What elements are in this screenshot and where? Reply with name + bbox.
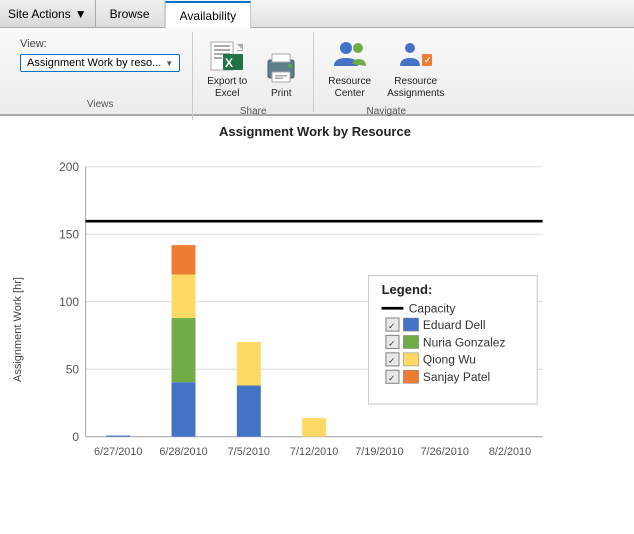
svg-text:✓: ✓: [388, 321, 395, 331]
svg-text:7/26/2010: 7/26/2010: [421, 446, 469, 458]
svg-text:7/12/2010: 7/12/2010: [290, 446, 338, 458]
chart-title: Assignment Work by Resource: [8, 124, 622, 139]
chart-wrapper: Assignment Work [hr] 200 150 100 50 0: [8, 145, 622, 515]
svg-text:✓: ✓: [388, 338, 395, 348]
share-section: X Export to Excel Print Share: [193, 32, 314, 112]
view-dropdown-arrow: ▼: [165, 59, 173, 68]
resource-assignments-icon: ✓: [398, 38, 434, 74]
svg-text:✓: ✓: [424, 55, 432, 65]
navigate-section: Resource Center ✓ Resource Assignments N…: [314, 32, 458, 112]
svg-text:Legend:: Legend:: [382, 282, 433, 297]
site-actions-label: Site Actions: [8, 7, 71, 21]
svg-text:Sanjay Patel: Sanjay Patel: [423, 370, 490, 384]
resource-assignments-label: Resource Assignments: [387, 76, 444, 100]
y-axis-label: Assignment Work [hr]: [8, 145, 28, 515]
print-button[interactable]: Print: [257, 48, 305, 102]
svg-text:6/27/2010: 6/27/2010: [94, 446, 142, 458]
navigate-items: Resource Center ✓ Resource Assignments: [322, 36, 450, 106]
svg-text:✓: ✓: [388, 373, 395, 383]
svg-text:Qiong Wu: Qiong Wu: [423, 353, 476, 367]
chart-svg: 200 150 100 50 0: [28, 145, 622, 515]
site-actions-button[interactable]: Site Actions ▼: [0, 0, 96, 27]
resource-center-label: Resource Center: [328, 76, 371, 100]
views-section-label: Views: [20, 99, 180, 112]
view-section: View: Assignment Work by reso... ▼ Views: [8, 32, 193, 120]
view-label: View:: [20, 38, 180, 50]
svg-text:150: 150: [59, 228, 79, 242]
svg-text:✓: ✓: [388, 356, 395, 366]
export-excel-button[interactable]: X Export to Excel: [201, 36, 253, 102]
svg-text:100: 100: [59, 295, 79, 309]
print-icon: [263, 50, 299, 86]
availability-tab[interactable]: Availability: [165, 1, 251, 28]
export-excel-label: Export to Excel: [207, 76, 247, 100]
resource-assignments-button[interactable]: ✓ Resource Assignments: [381, 36, 450, 102]
svg-text:Eduard Dell: Eduard Dell: [423, 318, 486, 332]
site-actions-dropdown-arrow: ▼: [75, 7, 87, 21]
svg-text:X: X: [225, 56, 233, 70]
chart-container: Assignment Work by Resource Assignment W…: [0, 116, 634, 523]
svg-text:7/5/2010: 7/5/2010: [228, 446, 270, 458]
svg-text:Capacity: Capacity: [409, 302, 456, 316]
chart-inner: 200 150 100 50 0: [28, 145, 622, 515]
svg-text:7/19/2010: 7/19/2010: [355, 446, 403, 458]
view-select-text: Assignment Work by reso...: [27, 57, 161, 69]
svg-text:200: 200: [59, 160, 79, 174]
ribbon: View: Assignment Work by reso... ▼ Views…: [0, 28, 634, 116]
share-items: X Export to Excel Print: [201, 36, 305, 106]
view-dropdown[interactable]: Assignment Work by reso... ▼: [20, 54, 180, 72]
svg-text:8/2/2010: 8/2/2010: [489, 446, 531, 458]
svg-text:6/28/2010: 6/28/2010: [159, 446, 207, 458]
resource-center-icon: [332, 38, 368, 74]
availability-tab-label: Availability: [180, 9, 236, 23]
svg-text:Nuria Gonzalez: Nuria Gonzalez: [423, 335, 506, 349]
svg-text:0: 0: [72, 430, 79, 444]
export-excel-icon: X: [209, 38, 245, 74]
print-label: Print: [271, 88, 292, 100]
svg-text:50: 50: [66, 363, 80, 377]
resource-center-button[interactable]: Resource Center: [322, 36, 377, 102]
browse-tab-label: Browse: [110, 7, 150, 21]
browse-tab[interactable]: Browse: [96, 0, 165, 27]
